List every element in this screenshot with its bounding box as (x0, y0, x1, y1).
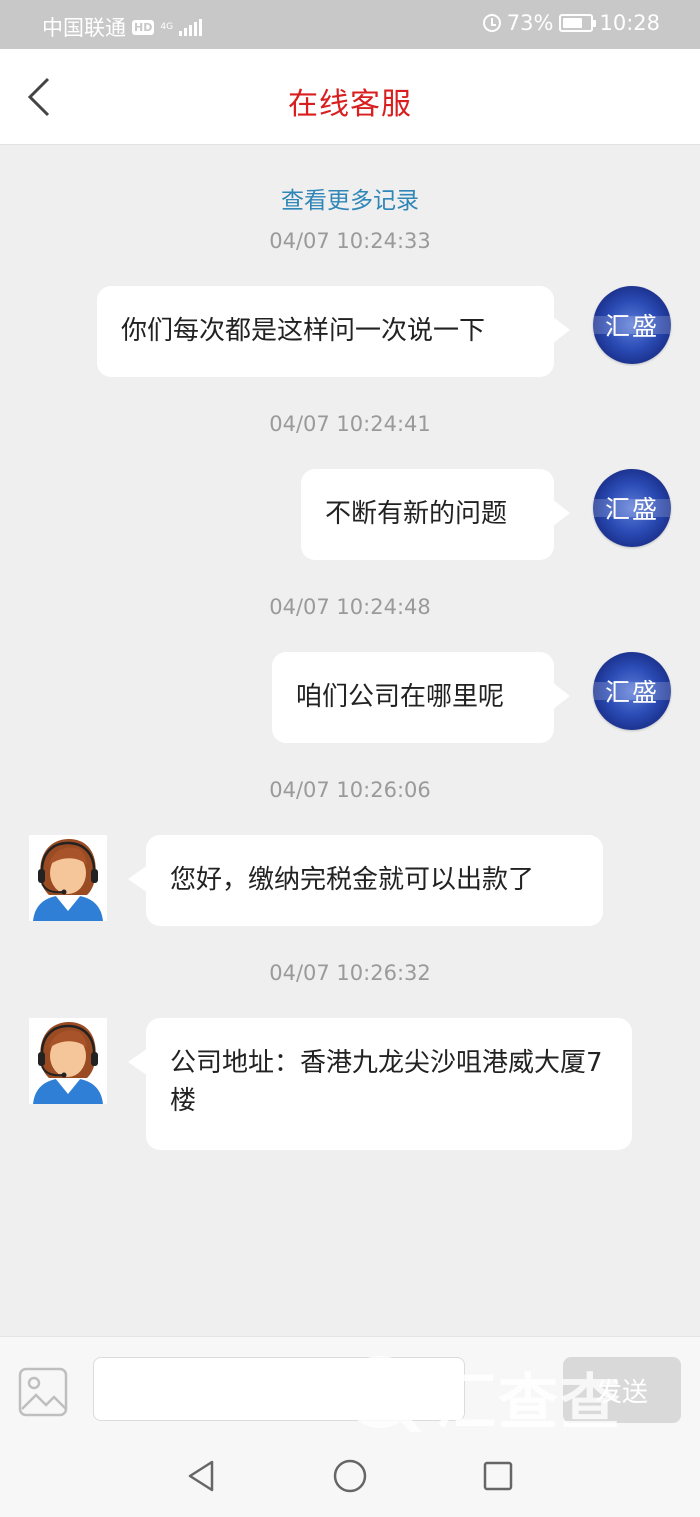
network-type: 4G (160, 22, 174, 32)
nav-back-button[interactable] (182, 1456, 222, 1496)
user-avatar[interactable]: 汇盛 (593, 469, 671, 547)
hd-badge: HD (132, 19, 155, 35)
customer-service-icon (33, 1022, 103, 1104)
app-header: 在线客服 (0, 49, 700, 145)
send-button[interactable]: 发送 (563, 1357, 681, 1423)
message-bubble-outgoing[interactable]: 咱们公司在哪里呢 (272, 652, 570, 743)
message-text: 咱们公司在哪里呢 (296, 682, 505, 712)
carrier-name: 中国联通 (42, 16, 126, 40)
system-nav-bar (0, 1432, 700, 1517)
message-bubble-incoming[interactable]: 您好，缴纳完税金就可以出款了 (128, 835, 603, 926)
clock: 10:28 (599, 11, 660, 35)
status-bar: 中国联通 HD 4G 73% 10:28 (0, 0, 700, 49)
message-text: 你们每次都是这样问一次说一下 (121, 316, 486, 346)
agent-avatar[interactable] (29, 835, 107, 921)
message-input-bar: 发送 (0, 1336, 700, 1432)
avatar-label: 汇盛 (604, 495, 659, 524)
message-timestamp: 04/07 10:24:33 (269, 229, 431, 253)
square-recents-icon (483, 1461, 513, 1491)
circle-home-icon (333, 1459, 367, 1493)
chat-area[interactable]: 查看更多记录 04/07 10:24:33 你们每次都是这样问一次说一下 汇盛 … (0, 145, 700, 1335)
message-text: 公司地址：香港九龙尖沙咀港威大厦7楼 (170, 1048, 603, 1116)
page-title: 在线客服 (288, 87, 412, 122)
image-icon (18, 1367, 68, 1417)
battery-icon (559, 14, 597, 32)
customer-service-icon (33, 839, 103, 921)
message-bubble-outgoing[interactable]: 你们每次都是这样问一次说一下 (97, 286, 570, 377)
message-bubble-outgoing[interactable]: 不断有新的问题 (301, 469, 570, 560)
image-picker-button[interactable] (18, 1367, 68, 1417)
nav-recents-button[interactable] (478, 1456, 518, 1496)
message-text: 您好，缴纳完税金就可以出款了 (170, 865, 535, 895)
message-timestamp: 04/07 10:24:48 (269, 595, 431, 619)
load-more-link[interactable]: 查看更多记录 (0, 181, 700, 215)
triangle-back-icon (188, 1460, 214, 1492)
message-timestamp: 04/07 10:26:06 (269, 778, 431, 802)
nav-home-button[interactable] (330, 1456, 370, 1496)
message-timestamp: 04/07 10:26:32 (269, 961, 431, 985)
battery-percent: 73% (506, 11, 554, 35)
message-timestamp: 04/07 10:24:41 (269, 412, 431, 436)
message-bubble-incoming[interactable]: 公司地址：香港九龙尖沙咀港威大厦7楼 (128, 1018, 632, 1150)
avatar-label: 汇盛 (604, 312, 659, 341)
message-input[interactable] (93, 1357, 465, 1421)
status-left: 中国联通 HD 4G (42, 12, 203, 42)
avatar-label: 汇盛 (604, 678, 659, 707)
user-avatar[interactable]: 汇盛 (593, 286, 671, 364)
alarm-icon (482, 14, 501, 32)
signal-icon (179, 18, 203, 36)
status-right: 73% 10:28 (482, 11, 660, 35)
message-text: 不断有新的问题 (325, 499, 508, 529)
user-avatar[interactable]: 汇盛 (593, 652, 671, 730)
agent-avatar[interactable] (29, 1018, 107, 1104)
